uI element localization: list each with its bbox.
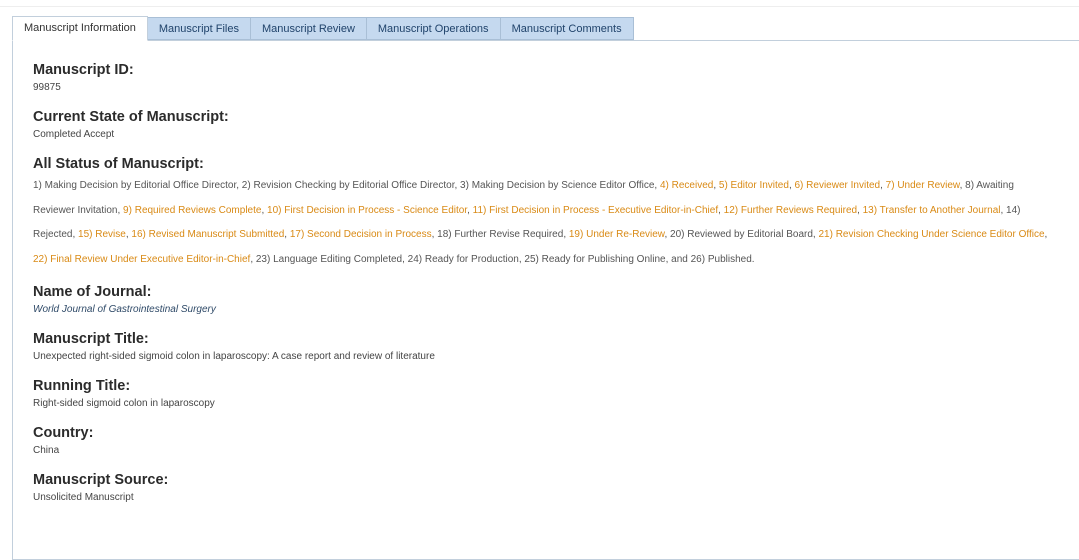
manuscript-title-label: Manuscript Title: <box>33 331 149 347</box>
tab-manuscript-files[interactable]: Manuscript Files <box>147 17 251 40</box>
status-item: 22) Final Review Under Executive Editor-… <box>33 253 251 265</box>
status-item: 4) Received <box>659 180 714 191</box>
tab-bar: Manuscript Information Manuscript Files … <box>12 16 634 41</box>
status-item: 3) Making Decision by Science Editor Off… <box>460 180 655 191</box>
status-item: 19) Under Re-Review <box>568 229 665 240</box>
status-item: 26) Published. <box>690 253 755 265</box>
status-item: 13) Transfer to Another Journal <box>862 204 1001 216</box>
manuscript-id-value: 99875 <box>33 82 61 93</box>
top-divider <box>0 6 1079 7</box>
status-item: 25) Ready for Publishing Online <box>524 253 666 265</box>
status-item: 9) Required Reviews Complete <box>123 204 262 216</box>
status-item: 2) Revision Checking by Editorial Office… <box>241 180 455 191</box>
status-item: 7) Under Review <box>885 180 960 191</box>
status-item: 10) First Decision in Process - Science … <box>267 204 468 216</box>
status-item: 21) Revision Checking Under Science Edit… <box>818 229 1045 240</box>
status-item: 12) Further Reviews Required <box>723 204 858 216</box>
manuscript-id-label: Manuscript ID: <box>33 62 134 78</box>
manuscript-title-value: Unexpected right-sided sigmoid colon in … <box>33 351 435 362</box>
current-state-label: Current State of Manuscript: <box>33 109 229 125</box>
running-title-label: Running Title: <box>33 378 131 394</box>
status-list: 1) Making Decision by Editorial Office D… <box>33 180 1048 265</box>
status-item: 1) Making Decision by Editorial Office D… <box>33 180 237 191</box>
manuscript-info: Manuscript ID: 99875 Current State of Ma… <box>33 60 1053 517</box>
all-status-label: All Status of Manuscript: <box>33 156 204 172</box>
manuscript-source-label: Manuscript Source: <box>33 472 169 488</box>
status-item: 5) Editor Invited <box>718 180 789 191</box>
status-item: 23) Language Editing Completed <box>255 253 403 265</box>
current-state-value: Completed Accept <box>33 129 115 140</box>
tab-manuscript-comments[interactable]: Manuscript Comments <box>500 17 634 40</box>
status-item: 17) Second Decision in Process <box>289 229 432 240</box>
country-label: Country: <box>33 425 94 441</box>
tab-manuscript-information[interactable]: Manuscript Information <box>12 16 148 41</box>
status-item: 18) Further Revise Required <box>437 229 564 240</box>
status-item: 11) First Decision in Process - Executiv… <box>472 204 719 216</box>
journal-value: World Journal of Gastrointestinal Surger… <box>33 304 216 315</box>
running-title-value: Right-sided sigmoid colon in laparoscopy <box>33 398 215 409</box>
tab-manuscript-operations[interactable]: Manuscript Operations <box>366 17 501 40</box>
status-item: 20) Reviewed by Editorial Board <box>670 229 813 240</box>
tab-manuscript-review[interactable]: Manuscript Review <box>250 17 367 40</box>
status-item: 24) Ready for Production <box>407 253 519 265</box>
status-item: 16) Revised Manuscript Submitted <box>131 229 285 240</box>
country-value: China <box>33 445 60 456</box>
journal-label: Name of Journal: <box>33 284 152 300</box>
status-item: 15) Revise <box>78 229 126 240</box>
manuscript-source-value: Unsolicited Manuscript <box>33 492 134 503</box>
status-item: 6) Reviewer Invited <box>794 180 881 191</box>
